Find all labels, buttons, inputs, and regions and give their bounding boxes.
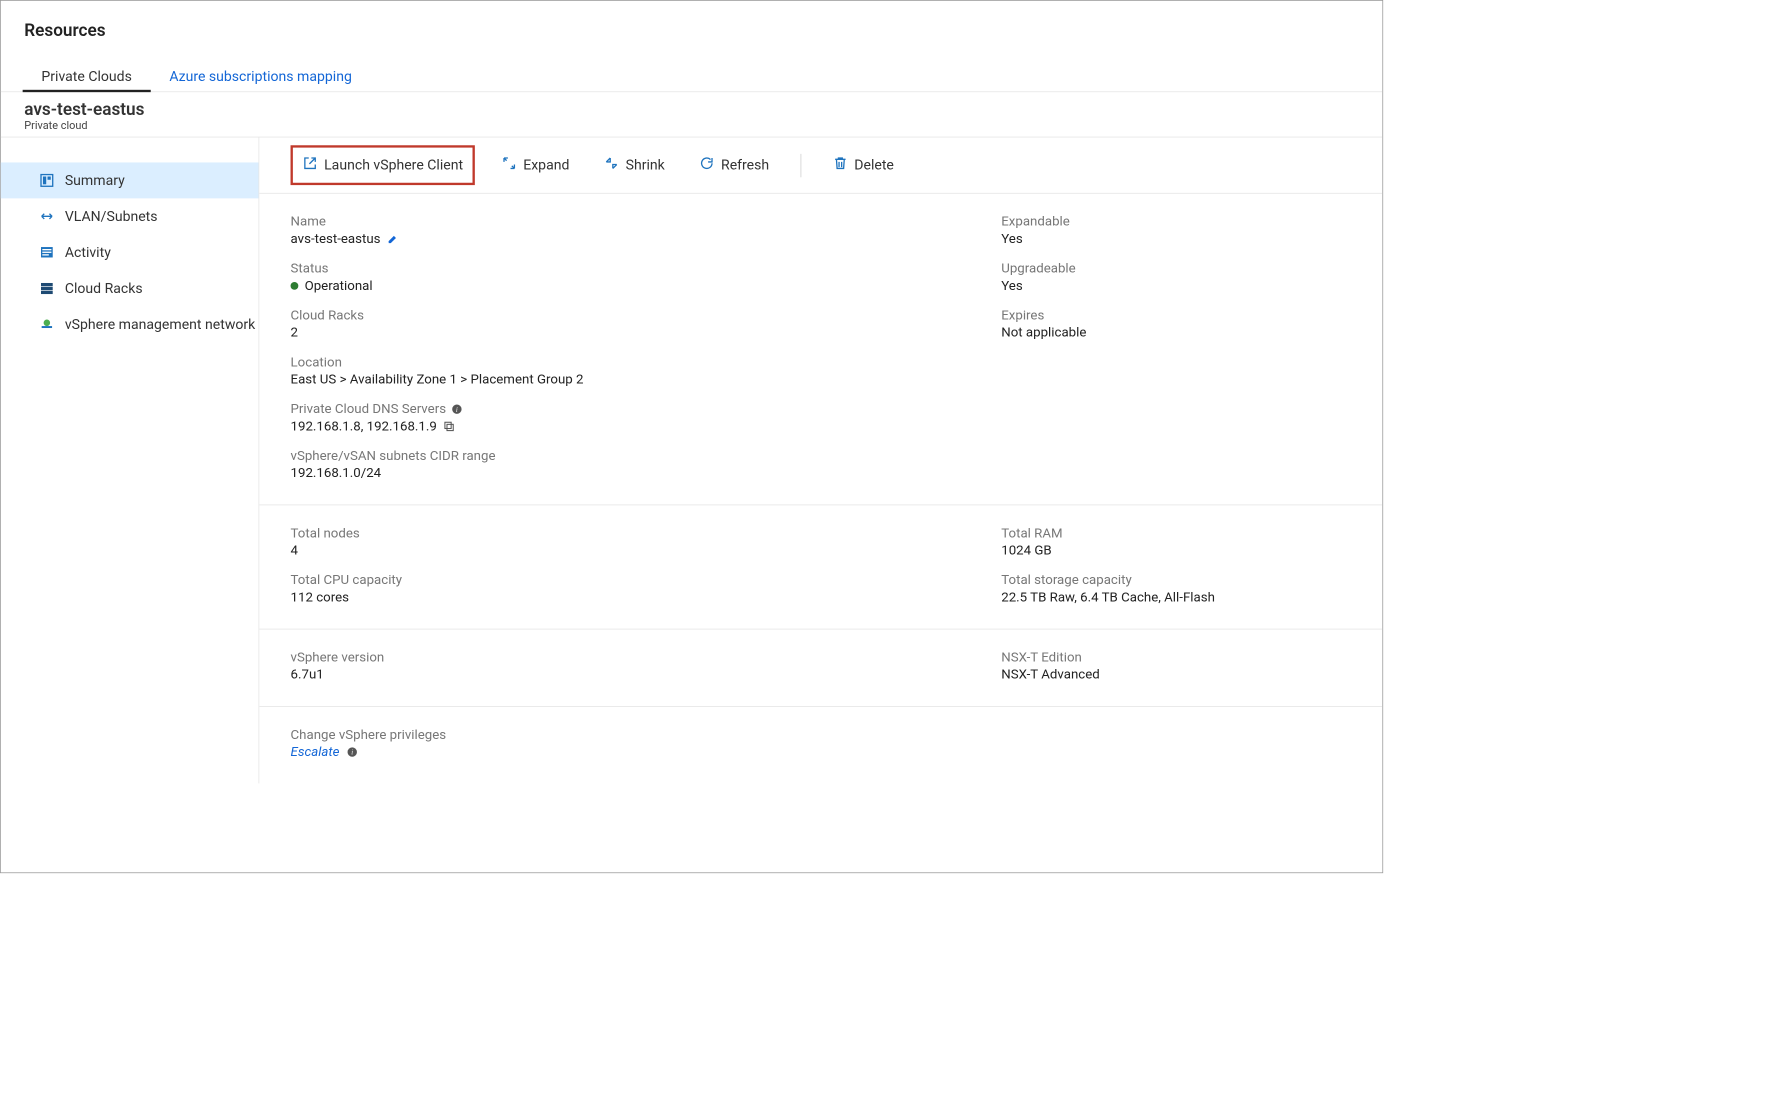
sidebar-item-label: VLAN/Subnets bbox=[65, 208, 158, 224]
info-icon[interactable]: i bbox=[451, 403, 463, 415]
vsphere-net-icon bbox=[38, 316, 55, 333]
svg-text:i: i bbox=[351, 750, 353, 757]
activity-icon bbox=[38, 244, 55, 261]
launch-highlight: Launch vSphere Client bbox=[291, 145, 475, 185]
expand-icon bbox=[501, 155, 517, 175]
total-ram-label: Total RAM bbox=[1001, 526, 1215, 542]
launch-vsphere-button[interactable]: Launch vSphere Client bbox=[299, 151, 466, 180]
total-storage-label: Total storage capacity bbox=[1001, 572, 1215, 588]
summary-section: Name avs-test-eastus Status Operation bbox=[259, 194, 1382, 506]
upgradeable-value: Yes bbox=[1001, 278, 1086, 294]
cloud-name-heading: avs-test-eastus bbox=[24, 100, 1382, 120]
refresh-button[interactable]: Refresh bbox=[691, 151, 777, 180]
upgradeable-label: Upgradeable bbox=[1001, 261, 1086, 277]
toolbar-label: Shrink bbox=[626, 157, 665, 173]
copy-icon[interactable] bbox=[443, 420, 455, 432]
trash-icon bbox=[832, 155, 848, 175]
toolbar: Launch vSphere Client Expand Shrink bbox=[259, 137, 1382, 193]
nsx-edition-value: NSX-T Advanced bbox=[1001, 667, 1100, 683]
tab-subscriptions-mapping[interactable]: Azure subscriptions mapping bbox=[166, 62, 355, 91]
svg-text:i: i bbox=[456, 407, 458, 414]
sidebar-item-label: Cloud Racks bbox=[65, 280, 143, 296]
vsphere-version-label: vSphere version bbox=[291, 650, 1002, 666]
sidebar: Summary VLAN/Subnets Activity Cloud Rack… bbox=[1, 137, 259, 783]
tab-private-clouds[interactable]: Private Clouds bbox=[38, 62, 135, 91]
network-icon bbox=[38, 208, 55, 225]
sidebar-item-cloudracks[interactable]: Cloud Racks bbox=[1, 270, 259, 306]
total-cpu-value: 112 cores bbox=[291, 590, 1002, 606]
tabs-bar: Private Clouds Azure subscriptions mappi… bbox=[1, 41, 1383, 93]
edit-icon[interactable] bbox=[387, 233, 399, 245]
sidebar-item-vsphere-net[interactable]: vSphere management network bbox=[1, 306, 259, 342]
name-value: avs-test-eastus bbox=[291, 231, 381, 247]
nsx-edition-label: NSX-T Edition bbox=[1001, 650, 1100, 666]
expires-label: Expires bbox=[1001, 308, 1086, 324]
cidr-label: vSphere/vSAN subnets CIDR range bbox=[291, 448, 1002, 464]
versions-section: vSphere version 6.7u1 NSX-T Edition NSX-… bbox=[259, 629, 1382, 706]
delete-button[interactable]: Delete bbox=[825, 151, 902, 180]
expand-button[interactable]: Expand bbox=[494, 151, 578, 180]
escalate-link[interactable]: Escalate bbox=[291, 744, 340, 760]
vsphere-version-value: 6.7u1 bbox=[291, 667, 1002, 683]
toolbar-label: Refresh bbox=[721, 157, 769, 173]
shrink-icon bbox=[604, 155, 620, 175]
cidr-value: 192.168.1.0/24 bbox=[291, 465, 1002, 481]
name-label: Name bbox=[291, 214, 1002, 230]
location-value: East US > Availability Zone 1 > Placemen… bbox=[291, 372, 1002, 388]
toolbar-separator bbox=[800, 153, 801, 176]
summary-icon bbox=[38, 172, 55, 189]
expandable-label: Expandable bbox=[1001, 214, 1086, 230]
capacity-section: Total nodes 4 Total CPU capacity 112 cor… bbox=[259, 505, 1382, 629]
sidebar-item-label: vSphere management network bbox=[65, 316, 255, 332]
dns-label: Private Cloud DNS Servers bbox=[291, 401, 447, 417]
toolbar-label: Launch vSphere Client bbox=[324, 157, 463, 173]
refresh-icon bbox=[699, 155, 715, 175]
status-value: Operational bbox=[305, 278, 373, 294]
sidebar-item-vlan[interactable]: VLAN/Subnets bbox=[1, 198, 259, 234]
shrink-button[interactable]: Shrink bbox=[596, 151, 673, 180]
sidebar-item-activity[interactable]: Activity bbox=[1, 234, 259, 270]
cloud-subtitle: Private cloud bbox=[24, 119, 1382, 131]
sidebar-item-label: Summary bbox=[65, 172, 125, 188]
external-link-icon bbox=[302, 155, 318, 175]
info-icon[interactable]: i bbox=[346, 746, 358, 758]
total-ram-value: 1024 GB bbox=[1001, 543, 1215, 559]
expandable-value: Yes bbox=[1001, 231, 1086, 247]
toolbar-label: Expand bbox=[523, 157, 569, 173]
sidebar-item-summary[interactable]: Summary bbox=[1, 162, 259, 198]
privileges-label: Change vSphere privileges bbox=[291, 727, 1002, 743]
status-dot-icon bbox=[291, 282, 299, 290]
expires-value: Not applicable bbox=[1001, 325, 1086, 341]
privileges-section: Change vSphere privileges Escalate i bbox=[259, 707, 1382, 784]
total-nodes-value: 4 bbox=[291, 543, 1002, 559]
cloudracks-label: Cloud Racks bbox=[291, 308, 1002, 324]
page-title: Resources bbox=[24, 21, 1382, 41]
total-cpu-label: Total CPU capacity bbox=[291, 572, 1002, 588]
total-storage-value: 22.5 TB Raw, 6.4 TB Cache, All-Flash bbox=[1001, 590, 1215, 606]
cloudracks-value: 2 bbox=[291, 325, 1002, 341]
location-label: Location bbox=[291, 355, 1002, 371]
status-label: Status bbox=[291, 261, 1002, 277]
total-nodes-label: Total nodes bbox=[291, 526, 1002, 542]
toolbar-label: Delete bbox=[854, 157, 894, 173]
dns-value: 192.168.1.8, 192.168.1.9 bbox=[291, 419, 437, 435]
sidebar-item-label: Activity bbox=[65, 244, 111, 260]
racks-icon bbox=[38, 280, 55, 297]
